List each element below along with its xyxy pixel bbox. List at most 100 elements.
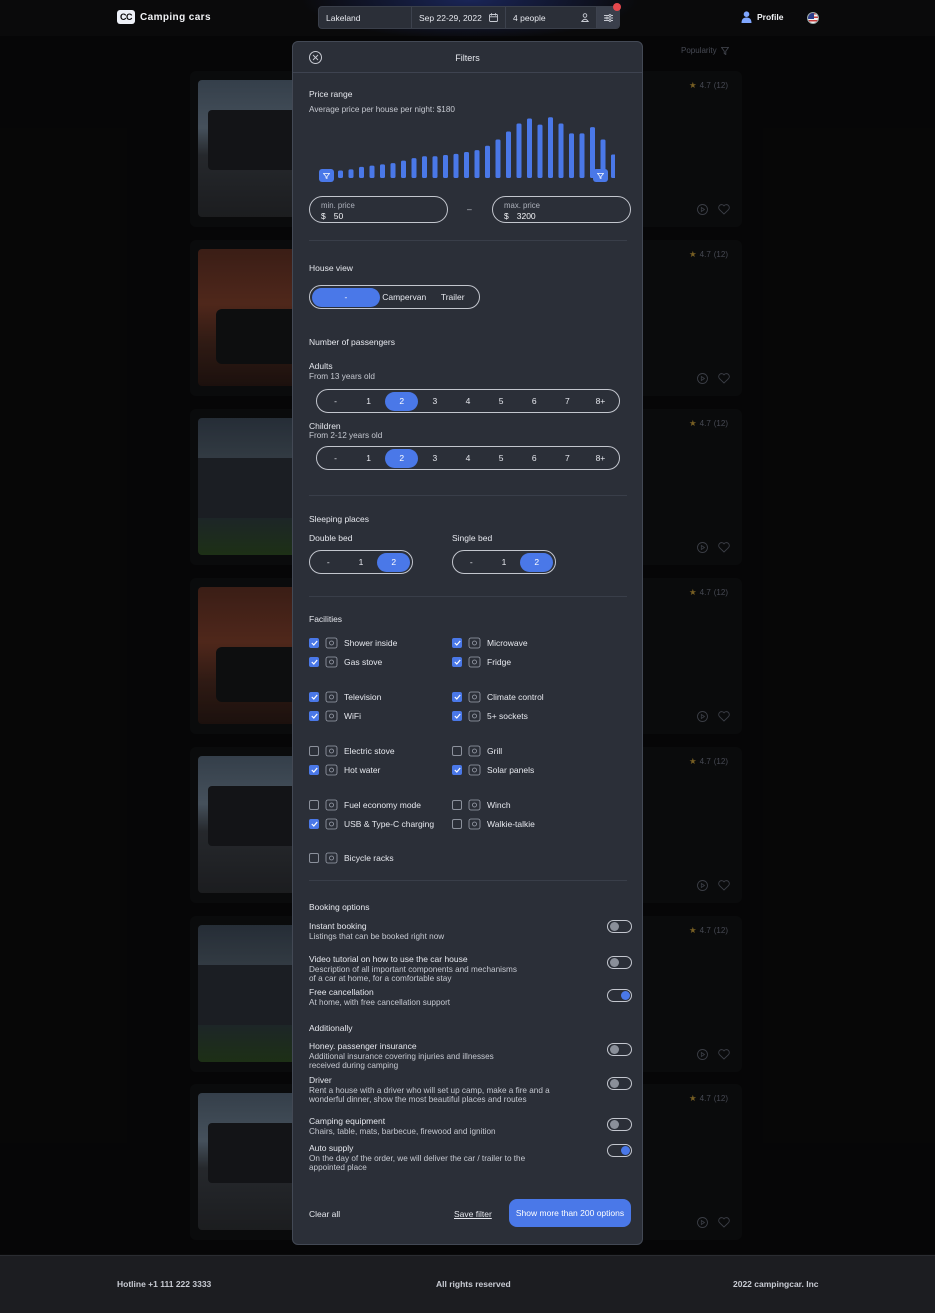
divider: [309, 495, 627, 496]
facility-item[interactable]: Gas stove: [309, 655, 382, 668]
children-option[interactable]: 7: [551, 449, 584, 468]
children-option[interactable]: -: [319, 449, 352, 468]
facility-checkbox[interactable]: [309, 852, 319, 863]
histogram-bar: [527, 118, 532, 178]
additional-toggle[interactable]: [607, 1043, 632, 1056]
single-bed-option[interactable]: -: [455, 553, 488, 572]
checkmark-icon: [310, 821, 318, 827]
facility-label: Winch: [487, 799, 511, 810]
footer-hotline[interactable]: Hotline +1 111 222 3333: [117, 1279, 211, 1289]
additional-option: Driver Rent a house with a driver who wil…: [309, 1075, 569, 1103]
facility-item[interactable]: Winch: [452, 798, 511, 811]
single-bed-option[interactable]: 2: [520, 552, 554, 572]
usb-icon: [325, 817, 338, 830]
facility-checkbox[interactable]: [309, 818, 319, 829]
facility-checkbox[interactable]: [452, 818, 462, 829]
logo[interactable]: CC Camping cars: [117, 10, 211, 24]
single-bed-option[interactable]: 1: [488, 553, 521, 572]
facility-item[interactable]: Electric stove: [309, 744, 395, 757]
facility-checkbox[interactable]: [452, 710, 462, 721]
guests-field[interactable]: 4 people: [506, 7, 597, 28]
adults-option[interactable]: -: [319, 392, 352, 411]
facility-item[interactable]: Grill: [452, 744, 502, 757]
facility-item[interactable]: Walkie-talkie: [452, 817, 535, 830]
adults-option[interactable]: 5: [485, 392, 518, 411]
double-bed-option[interactable]: -: [312, 553, 345, 572]
facility-checkbox[interactable]: [452, 691, 462, 702]
option-title: Driver: [309, 1075, 332, 1085]
children-option[interactable]: 3: [418, 449, 451, 468]
adults-option[interactable]: 1: [352, 392, 385, 411]
facility-checkbox[interactable]: [309, 710, 319, 721]
facility-label: 5+ sockets: [487, 710, 528, 721]
us-flag-icon[interactable]: [807, 12, 819, 24]
facility-item[interactable]: Television: [309, 690, 381, 703]
profile-button[interactable]: Profile: [741, 11, 783, 23]
double-bed-option[interactable]: 2: [377, 552, 411, 572]
children-option[interactable]: 4: [451, 449, 484, 468]
clear-all-button[interactable]: Clear all: [309, 1209, 340, 1219]
guests-value: 4 people: [513, 12, 546, 23]
facility-checkbox[interactable]: [309, 691, 319, 702]
min-price-input[interactable]: min. price $50: [309, 196, 448, 223]
children-option[interactable]: 1: [352, 449, 385, 468]
facility-checkbox[interactable]: [452, 745, 462, 756]
facility-item[interactable]: USB & Type-C charging: [309, 817, 434, 830]
house-view-option[interactable]: Campervan: [380, 288, 429, 307]
histogram-bar: [380, 164, 385, 178]
booking-toggle[interactable]: [607, 920, 632, 933]
location-field[interactable]: Lakeland: [319, 7, 412, 28]
gas-stove-icon: [325, 655, 338, 668]
facility-item[interactable]: Fuel economy mode: [309, 798, 421, 811]
additional-toggle[interactable]: [607, 1077, 632, 1090]
booking-toggle[interactable]: [607, 956, 632, 969]
adults-option[interactable]: 8+: [584, 392, 617, 411]
house-view-option[interactable]: Trailer: [428, 288, 477, 307]
user-icon: [741, 11, 752, 23]
additional-toggle[interactable]: [607, 1144, 632, 1157]
date-field[interactable]: Sep 22-29, 2022: [412, 7, 506, 28]
facility-checkbox[interactable]: [452, 764, 462, 775]
notification-dot: [613, 3, 621, 11]
facility-item[interactable]: Climate control: [452, 690, 544, 703]
children-option[interactable]: 8+: [584, 449, 617, 468]
divider: [309, 240, 627, 241]
facility-item[interactable]: Hot water: [309, 763, 380, 776]
house-view-option[interactable]: -: [312, 287, 380, 307]
facility-checkbox[interactable]: [309, 764, 319, 775]
facility-item[interactable]: Fridge: [452, 655, 511, 668]
children-option[interactable]: 6: [518, 449, 551, 468]
facility-checkbox[interactable]: [452, 637, 462, 648]
facility-checkbox[interactable]: [309, 656, 319, 667]
additional-toggle[interactable]: [607, 1118, 632, 1131]
facility-checkbox[interactable]: [309, 799, 319, 810]
adults-option[interactable]: 6: [518, 392, 551, 411]
double-bed-option[interactable]: 1: [345, 553, 378, 572]
adults-option[interactable]: 4: [451, 392, 484, 411]
show-results-button[interactable]: Show more than 200 options: [509, 1199, 631, 1227]
max-price-input[interactable]: max. price $3200: [492, 196, 631, 223]
adults-option[interactable]: 7: [551, 392, 584, 411]
facility-label: Gas stove: [344, 656, 383, 667]
min-price-handle[interactable]: [319, 169, 334, 182]
facility-item[interactable]: Shower inside: [309, 636, 397, 649]
facility-label: Hot water: [344, 764, 381, 775]
histogram-bar: [611, 154, 615, 178]
children-option[interactable]: 5: [485, 449, 518, 468]
facility-item[interactable]: Microwave: [452, 636, 528, 649]
booking-toggle[interactable]: [607, 989, 632, 1002]
facility-checkbox[interactable]: [452, 799, 462, 810]
facility-item[interactable]: Solar panels: [452, 763, 534, 776]
adults-option[interactable]: 3: [418, 392, 451, 411]
facility-item[interactable]: 5+ sockets: [452, 709, 528, 722]
facility-checkbox[interactable]: [309, 745, 319, 756]
facility-item[interactable]: WiFi: [309, 709, 361, 722]
children-option[interactable]: 2: [385, 448, 419, 468]
max-price-handle[interactable]: [593, 169, 608, 182]
facility-label: Climate control: [487, 691, 544, 702]
save-filter-button[interactable]: Save filter: [454, 1209, 492, 1219]
facility-checkbox[interactable]: [452, 656, 462, 667]
facility-item[interactable]: Bicycle racks: [309, 851, 394, 864]
adults-option[interactable]: 2: [385, 391, 419, 411]
facility-checkbox[interactable]: [309, 637, 319, 648]
